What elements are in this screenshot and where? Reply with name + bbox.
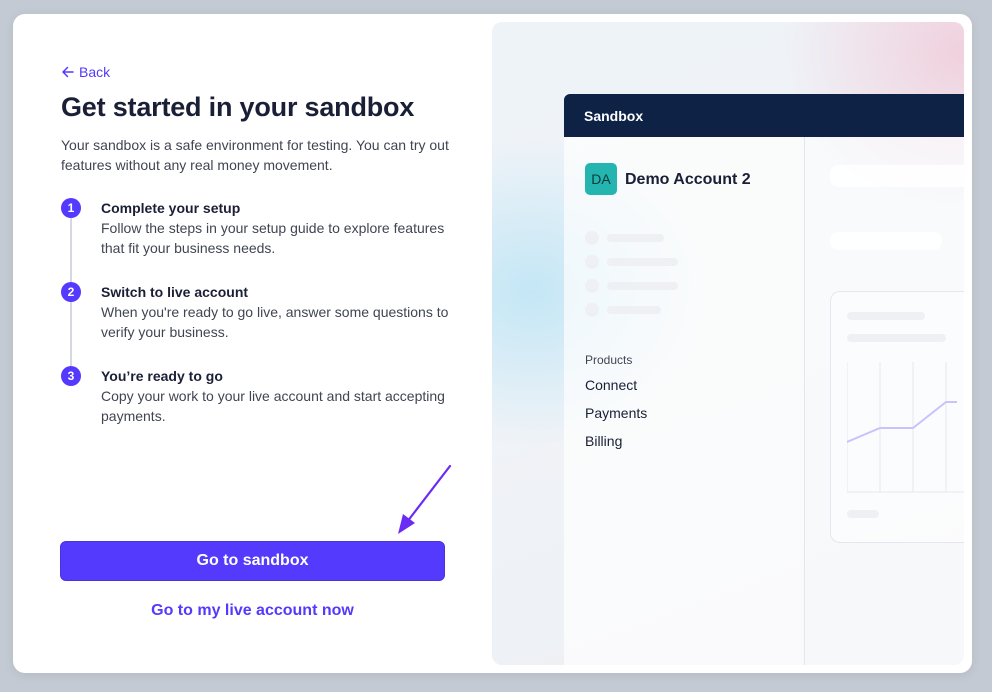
step-number-badge: 2 (61, 282, 81, 302)
go-to-live-account-link[interactable]: Go to my live account now (60, 602, 445, 620)
step-title: Complete your setup (101, 200, 241, 216)
page-subtitle: Your sandbox is a safe environment for t… (61, 137, 449, 173)
account-avatar: DA (585, 163, 617, 195)
content-placeholder (830, 165, 964, 187)
dashboard-mockup: Sandbox DA Demo Account 2 Products Conne… (564, 94, 964, 665)
account-name: Demo Account 2 (625, 171, 751, 188)
nav-item-payments: Payments (585, 405, 648, 421)
back-link[interactable]: Back (61, 64, 110, 80)
mockup-header-title: Sandbox (584, 108, 644, 124)
page-title: Get started in your sandbox (61, 92, 415, 122)
mockup-header: Sandbox (564, 94, 964, 137)
line-chart-graphic (847, 362, 964, 493)
go-to-sandbox-button[interactable]: Go to sandbox (60, 541, 445, 581)
mockup-sidebar: DA Demo Account 2 Products Connect Payme… (564, 137, 805, 665)
annotation-arrow-icon (398, 464, 452, 534)
content-placeholder (830, 232, 942, 250)
step-title: Switch to live account (101, 284, 249, 300)
step-description: Follow the steps in your setup guide to … (101, 220, 445, 256)
arrow-left-icon (62, 66, 74, 78)
step-number-badge: 3 (61, 366, 81, 386)
nav-item-billing: Billing (585, 433, 623, 449)
products-section-label: Products (585, 353, 633, 367)
step-number-badge: 1 (61, 198, 81, 218)
step-description: Copy your work to your live account and … (101, 388, 445, 424)
step-title: You’re ready to go (101, 368, 223, 384)
nav-item-connect: Connect (585, 377, 638, 393)
step-description: When you're ready to go live, answer som… (101, 304, 449, 340)
back-label: Back (79, 64, 111, 80)
sandbox-preview-panel: Sandbox DA Demo Account 2 Products Conne… (492, 22, 964, 665)
chart-card-placeholder (830, 291, 964, 543)
sandbox-onboarding-modal: Back Get started in your sandbox Your sa… (13, 14, 972, 673)
